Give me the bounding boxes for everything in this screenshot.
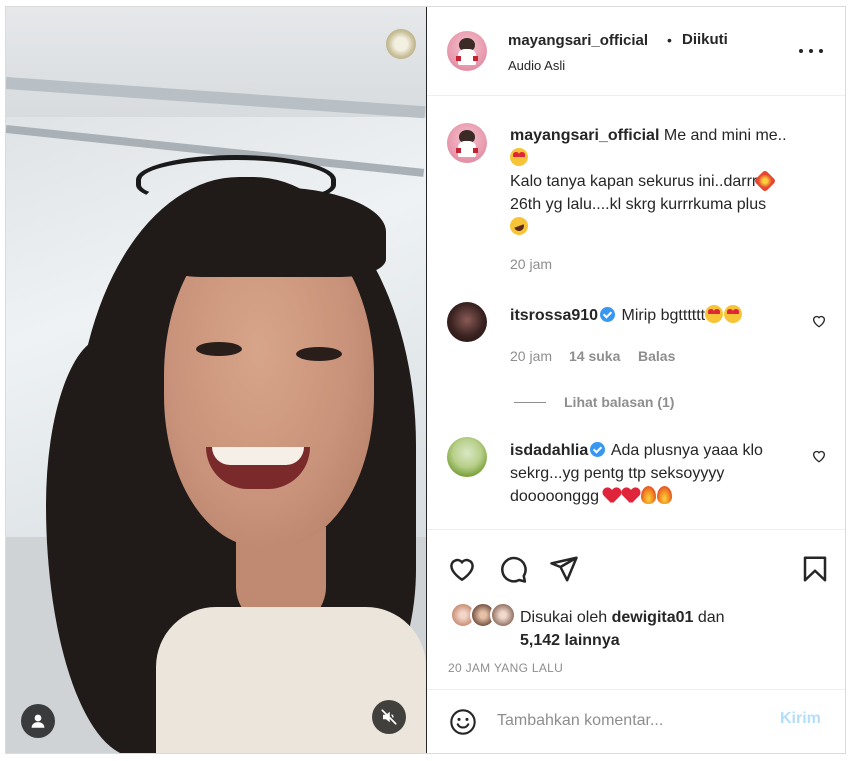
mute-button[interactable] (372, 700, 406, 734)
verified-badge-icon (590, 442, 606, 457)
comment-text: Mirip bgtttttt (621, 307, 706, 324)
caption-line-3: 26th yg lalu....kl skrg kurrrkuma plus (510, 196, 767, 213)
liked-by-joiner: dan (697, 609, 725, 626)
view-replies-button[interactable]: Lihat balasan (1) (514, 394, 674, 410)
comments-section[interactable]: mayangsari_official Me and mini me.. Kal… (427, 97, 845, 529)
speaker-muted-icon (381, 709, 397, 725)
caption-username[interactable]: mayangsari_official (510, 127, 659, 144)
caption-avatar[interactable] (447, 123, 487, 163)
emoji-icon[interactable] (449, 708, 477, 736)
more-dot (819, 49, 823, 53)
post-sidebar: mayangsari_official • Diikuti Audio Asli… (427, 7, 845, 753)
post-timestamp[interactable]: 20 JAM YANG LALU (448, 661, 563, 675)
like-count-text[interactable]: 14 suka (569, 348, 620, 364)
send-icon[interactable] (549, 554, 579, 584)
separator-dot: • (667, 32, 672, 48)
comment-icon[interactable] (498, 554, 528, 584)
audio-link[interactable]: Audio Asli (508, 58, 565, 73)
liked-by-prefix: Disukai oleh (520, 609, 608, 626)
caption-time: 20 jam (510, 256, 553, 272)
ceiling-light (386, 29, 416, 59)
post-comment-button[interactable]: Kirim (780, 710, 821, 728)
verified-badge-icon (600, 307, 616, 322)
heart-icon[interactable] (447, 554, 477, 584)
following-button[interactable]: Diikuti (682, 31, 728, 48)
caption-line-2: Kalo tanya kapan sekurus ini..darrr (510, 173, 758, 190)
likers-avatars[interactable] (450, 602, 518, 630)
liked-by-text: Disukai oleh dewigita01 dan 5,142 lainny… (520, 606, 725, 652)
view-replies-label[interactable]: Lihat balasan (1) (564, 394, 674, 410)
comment-1: itsrossa910 Mirip bgtttttt (510, 304, 810, 327)
left-eye (196, 342, 242, 356)
post-header: mayangsari_official • Diikuti Audio Asli (427, 7, 845, 96)
replies-line (514, 401, 546, 403)
red-heart-emoji (603, 488, 621, 504)
more-options-button[interactable] (799, 39, 823, 63)
liker-avatar (490, 602, 516, 628)
user-tag-button[interactable] (21, 704, 55, 738)
heart-icon[interactable] (811, 313, 827, 329)
commenter-username[interactable]: isdadahlia (510, 442, 588, 459)
caption: mayangsari_official Me and mini me.. Kal… (507, 124, 830, 239)
commenter-avatar[interactable] (447, 302, 487, 342)
commenter-username[interactable]: itsrossa910 (510, 307, 598, 324)
reply-label[interactable]: Balas (638, 348, 675, 364)
add-comment-bar: Kirim (427, 689, 845, 753)
heart-eyes-emoji (705, 305, 724, 323)
collision-emoji (753, 169, 777, 193)
more-horizontal-icon (799, 49, 803, 53)
sunglasses (136, 155, 336, 205)
reply-button[interactable]: Balas (638, 348, 675, 364)
comment-like-count[interactable]: 14 suka (569, 348, 620, 364)
heart-eyes-emoji (724, 305, 743, 323)
red-heart-emoji (622, 488, 640, 504)
comment-2: isdadahlia Ada plusnya yaaa klo sekrg...… (510, 439, 810, 508)
author-avatar[interactable] (447, 31, 487, 71)
bookmark-icon[interactable] (800, 554, 830, 584)
heart-icon[interactable] (811, 448, 827, 464)
fire-emoji (641, 486, 657, 504)
liked-by-user[interactable]: dewigita01 (612, 609, 694, 626)
comment-text-line-2: sekrg...yg pentg ttp seksoyyyy (510, 465, 725, 482)
post-video[interactable] (6, 7, 426, 753)
comment-time: 20 jam (510, 348, 553, 364)
caption-line-1: Me and mini me.. (663, 127, 787, 144)
author-username[interactable]: mayangsari_official (508, 32, 648, 49)
fire-emoji (657, 486, 673, 504)
comment-text-line-1: Ada plusnya yaaa klo (610, 442, 763, 459)
post-actions: Disukai oleh dewigita01 dan 5,142 lainny… (427, 529, 845, 689)
likes-count[interactable]: 5,142 lainnya (520, 632, 620, 649)
comment-text-line-3: dooooonggg (510, 488, 599, 505)
comment-input[interactable] (497, 708, 767, 734)
post-dialog: mayangsari_official • Diikuti Audio Asli… (5, 6, 846, 754)
user-icon (31, 714, 45, 728)
more-dot (809, 49, 813, 53)
right-eye (296, 347, 342, 361)
rolling-laugh-emoji (507, 214, 531, 238)
heart-eyes-emoji (510, 148, 528, 166)
commenter-avatar[interactable] (447, 437, 487, 477)
